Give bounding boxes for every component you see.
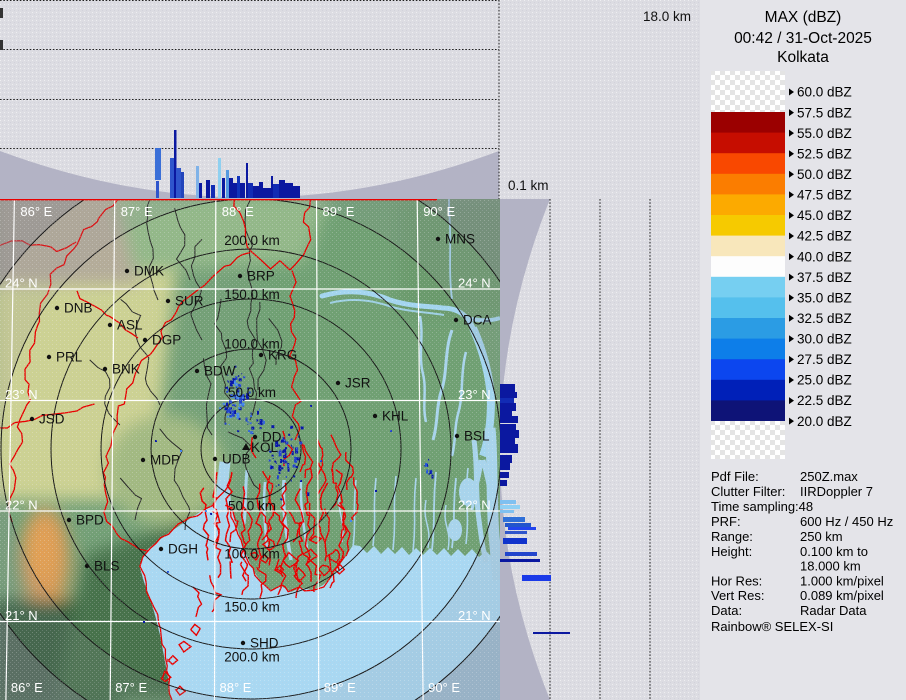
svg-text:DCA: DCA	[463, 313, 492, 328]
svg-text:0.089 km/pixel: 0.089 km/pixel	[800, 588, 884, 603]
svg-text:DMK: DMK	[134, 264, 164, 279]
svg-text:32.5 dBZ: 32.5 dBZ	[797, 311, 852, 326]
svg-text:250 km: 250 km	[800, 529, 843, 544]
svg-text:MDP: MDP	[150, 453, 180, 468]
svg-text:0.100 km to: 0.100 km to	[800, 544, 868, 559]
svg-text:86° E: 86° E	[20, 204, 52, 219]
svg-text:22.5 dBZ: 22.5 dBZ	[797, 393, 852, 408]
svg-text:600 Hz / 450 Hz: 600 Hz / 450 Hz	[800, 514, 893, 529]
svg-text:BLS: BLS	[94, 559, 120, 574]
svg-text:UDB: UDB	[222, 452, 251, 467]
svg-text:18.000 km: 18.000 km	[800, 559, 861, 574]
svg-text:0.1 km: 0.1 km	[508, 178, 549, 193]
svg-text:30.0 dBZ: 30.0 dBZ	[797, 332, 852, 347]
svg-text:Kolkata: Kolkata	[777, 49, 829, 66]
svg-text:42.5 dBZ: 42.5 dBZ	[797, 229, 852, 244]
svg-text:35.0 dBZ: 35.0 dBZ	[797, 290, 852, 305]
svg-text:50.0 km: 50.0 km	[228, 385, 276, 400]
svg-text:SUR: SUR	[175, 294, 204, 309]
svg-text:150.0 km: 150.0 km	[224, 287, 280, 302]
svg-text:86° E: 86° E	[11, 680, 43, 695]
svg-text:Hor Res:: Hor Res:	[711, 574, 762, 589]
svg-text:BDW: BDW	[204, 364, 236, 379]
svg-text:Radar Data: Radar Data	[800, 603, 867, 618]
svg-text:ASL: ASL	[117, 318, 143, 333]
svg-text:200.0 km: 200.0 km	[224, 233, 280, 248]
svg-text:Height:: Height:	[711, 544, 752, 559]
svg-text:DGP: DGP	[152, 333, 181, 348]
svg-text:22° N: 22° N	[458, 498, 491, 513]
svg-text:BRP: BRP	[247, 269, 275, 284]
svg-text:89° E: 89° E	[323, 204, 355, 219]
svg-text:BNK: BNK	[112, 362, 140, 377]
svg-text:57.5 dBZ: 57.5 dBZ	[797, 105, 852, 120]
svg-text:BSL: BSL	[464, 429, 490, 444]
svg-text:Pdf File:: Pdf File:	[711, 469, 759, 484]
svg-text:52.5 dBZ: 52.5 dBZ	[797, 146, 852, 161]
svg-text:18.0 km: 18.0 km	[643, 9, 691, 24]
svg-text:KOL: KOL	[251, 440, 279, 455]
svg-text:37.5 dBZ: 37.5 dBZ	[797, 270, 852, 285]
svg-text:60.0 dBZ: 60.0 dBZ	[797, 85, 852, 100]
svg-text:20.0 dBZ: 20.0 dBZ	[797, 414, 852, 429]
svg-text:55.0 dBZ: 55.0 dBZ	[797, 126, 852, 141]
svg-text:45.0 dBZ: 45.0 dBZ	[797, 208, 852, 223]
svg-text:50.0 km: 50.0 km	[228, 499, 276, 514]
svg-text:47.5 dBZ: 47.5 dBZ	[797, 188, 852, 203]
svg-text:22° N: 22° N	[5, 498, 38, 513]
svg-text:Vert Res:: Vert Res:	[711, 588, 764, 603]
svg-text:88° E: 88° E	[222, 204, 254, 219]
svg-text:250Z.max: 250Z.max	[800, 469, 858, 484]
svg-text:90° E: 90° E	[428, 680, 460, 695]
svg-text:BPD: BPD	[76, 513, 104, 528]
svg-text:1.000 km/pixel: 1.000 km/pixel	[800, 574, 884, 589]
svg-text:23° N: 23° N	[5, 387, 38, 402]
svg-text:Clutter Filter:: Clutter Filter:	[711, 484, 785, 499]
svg-text:27.5 dBZ: 27.5 dBZ	[797, 352, 852, 367]
svg-text:DGH: DGH	[168, 542, 198, 557]
svg-text:40.0 dBZ: 40.0 dBZ	[797, 249, 852, 264]
svg-text:MAX (dBZ): MAX (dBZ)	[765, 9, 842, 26]
svg-text:SHD: SHD	[250, 636, 279, 651]
svg-text:21° N: 21° N	[458, 608, 491, 623]
svg-text:89° E: 89° E	[324, 680, 356, 695]
svg-text:24° N: 24° N	[5, 276, 38, 291]
svg-text:150.0 km: 150.0 km	[224, 600, 280, 615]
svg-text:90° E: 90° E	[423, 204, 455, 219]
svg-text:KRG: KRG	[268, 348, 297, 363]
svg-text:00:42 / 31-Oct-2025: 00:42 / 31-Oct-2025	[734, 30, 872, 47]
svg-text:IIRDoppler 7: IIRDoppler 7	[800, 484, 873, 499]
svg-text:200.0 km: 200.0 km	[224, 650, 280, 665]
svg-text:50.0 dBZ: 50.0 dBZ	[797, 167, 852, 182]
svg-text:100.0 km: 100.0 km	[224, 547, 280, 562]
svg-text:87° E: 87° E	[121, 204, 153, 219]
svg-text:87° E: 87° E	[115, 680, 147, 695]
svg-text:PRF:: PRF:	[711, 514, 741, 529]
svg-text:Rainbow® SELEX-SI: Rainbow® SELEX-SI	[711, 619, 833, 634]
svg-text:MNS: MNS	[445, 232, 475, 247]
svg-text:Data:: Data:	[711, 603, 742, 618]
svg-text:DNB: DNB	[64, 301, 93, 316]
svg-text:JSR: JSR	[345, 376, 371, 391]
svg-text:88° E: 88° E	[220, 680, 252, 695]
svg-text:25.0 dBZ: 25.0 dBZ	[797, 373, 852, 388]
svg-text:21° N: 21° N	[5, 608, 38, 623]
svg-text:23° N: 23° N	[458, 387, 491, 402]
svg-text:KHL: KHL	[382, 409, 409, 424]
svg-text:Time sampling:48: Time sampling:48	[711, 499, 813, 514]
svg-text:24° N: 24° N	[458, 276, 491, 291]
svg-text:JSD: JSD	[39, 412, 65, 427]
svg-text:PRL: PRL	[56, 350, 83, 365]
svg-text:Range:: Range:	[711, 529, 753, 544]
